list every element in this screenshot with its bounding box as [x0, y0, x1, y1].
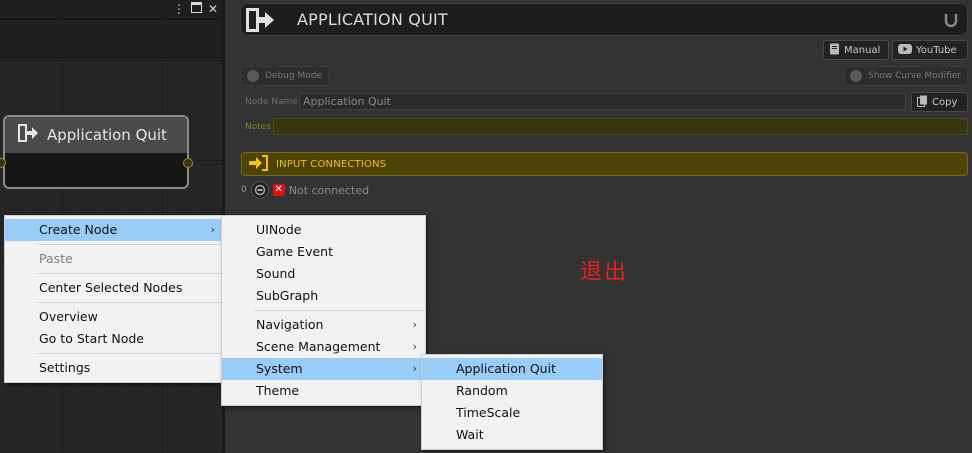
- menu-dots-icon[interactable]: ⋮: [173, 2, 185, 16]
- input-arrow-icon: [248, 154, 268, 174]
- toggle-knob: [850, 70, 862, 82]
- context-menu: Create Node › Paste Center Selected Node…: [4, 215, 224, 383]
- menu-separator: [37, 244, 223, 245]
- maximize-icon[interactable]: [190, 2, 202, 16]
- debug-mode-toggle[interactable]: Debug Mode: [241, 66, 329, 86]
- menu-item-random[interactable]: Random: [422, 380, 602, 402]
- menu-separator: [37, 302, 223, 303]
- chevron-right-icon: ›: [412, 362, 417, 375]
- close-icon[interactable]: ✕: [208, 2, 218, 16]
- graph-window-header: ⋮ ✕: [0, 0, 222, 20]
- menu-item-uinode[interactable]: UINode: [222, 219, 425, 241]
- menu-item-settings[interactable]: Settings: [5, 357, 223, 379]
- menu-item-game-event[interactable]: Game Event: [222, 241, 425, 263]
- node-title: Application Quit: [47, 126, 167, 144]
- menu-item-paste[interactable]: Paste: [5, 248, 223, 270]
- exit-door-icon: [17, 123, 39, 147]
- notes-field[interactable]: [273, 118, 968, 135]
- menu-item-overview[interactable]: Overview: [5, 306, 223, 328]
- chevron-right-icon: ›: [412, 340, 417, 353]
- toggle-knob: [247, 70, 259, 82]
- menu-item-center-selected-nodes[interactable]: Center Selected Nodes: [5, 277, 223, 299]
- youtube-icon: [898, 43, 912, 57]
- not-connected-text: Not connected: [288, 183, 370, 197]
- node-header: Application Quit: [5, 117, 187, 153]
- copy-button[interactable]: Copy: [911, 92, 968, 112]
- system-submenu: Application Quit Random TimeScale Wait: [421, 354, 603, 450]
- chevron-right-icon: ›: [210, 223, 215, 236]
- menu-separator: [37, 273, 223, 274]
- exit-door-icon: [243, 7, 277, 33]
- menu-separator: [37, 353, 223, 354]
- graph-toolbar: [0, 21, 222, 58]
- menu-item-create-node[interactable]: Create Node ›: [5, 219, 223, 241]
- book-icon: [829, 43, 840, 58]
- notes-label: Notes: [245, 122, 271, 132]
- annotation-text: 退出: [580, 260, 629, 285]
- doozy-logo-icon: [943, 12, 959, 32]
- graph-node-application-quit[interactable]: Application Quit: [3, 115, 189, 189]
- node-name-label: Node Name: [245, 97, 298, 107]
- menu-item-go-to-start-node[interactable]: Go to Start Node: [5, 328, 223, 350]
- connection-index: 0: [241, 185, 247, 195]
- show-curve-modifier-toggle[interactable]: Show Curve Modifier: [844, 66, 968, 86]
- youtube-button[interactable]: YouTube: [892, 40, 968, 60]
- menu-item-sound[interactable]: Sound: [222, 263, 425, 285]
- connection-row: 0 ✕ Not connected: [241, 181, 369, 199]
- connection-link-icon[interactable]: [250, 181, 269, 199]
- menu-separator: [254, 310, 425, 311]
- input-connections-header[interactable]: INPUT CONNECTIONS: [241, 152, 968, 176]
- inspector-title-bar: APPLICATION QUIT: [240, 3, 968, 36]
- menu-item-navigation[interactable]: Navigation ›: [222, 314, 425, 336]
- menu-item-wait[interactable]: Wait: [422, 424, 602, 446]
- chevron-right-icon: ›: [412, 318, 417, 331]
- node-name-field[interactable]: Application Quit: [299, 93, 906, 110]
- manual-button[interactable]: Manual: [823, 40, 889, 60]
- menu-item-timescale[interactable]: TimeScale: [422, 402, 602, 424]
- menu-item-system[interactable]: System ›: [222, 358, 425, 380]
- node-output-port[interactable]: [183, 158, 193, 168]
- inspector-title: APPLICATION QUIT: [297, 10, 448, 29]
- create-node-submenu: UINode Game Event Sound SubGraph Navigat…: [221, 215, 426, 406]
- menu-item-theme[interactable]: Theme: [222, 380, 425, 402]
- menu-item-scene-management[interactable]: Scene Management ›: [222, 336, 425, 358]
- menu-item-subgraph[interactable]: SubGraph: [222, 285, 425, 307]
- error-x-icon: ✕: [272, 184, 285, 196]
- menu-item-application-quit[interactable]: Application Quit: [422, 358, 602, 380]
- copy-icon: [917, 95, 928, 110]
